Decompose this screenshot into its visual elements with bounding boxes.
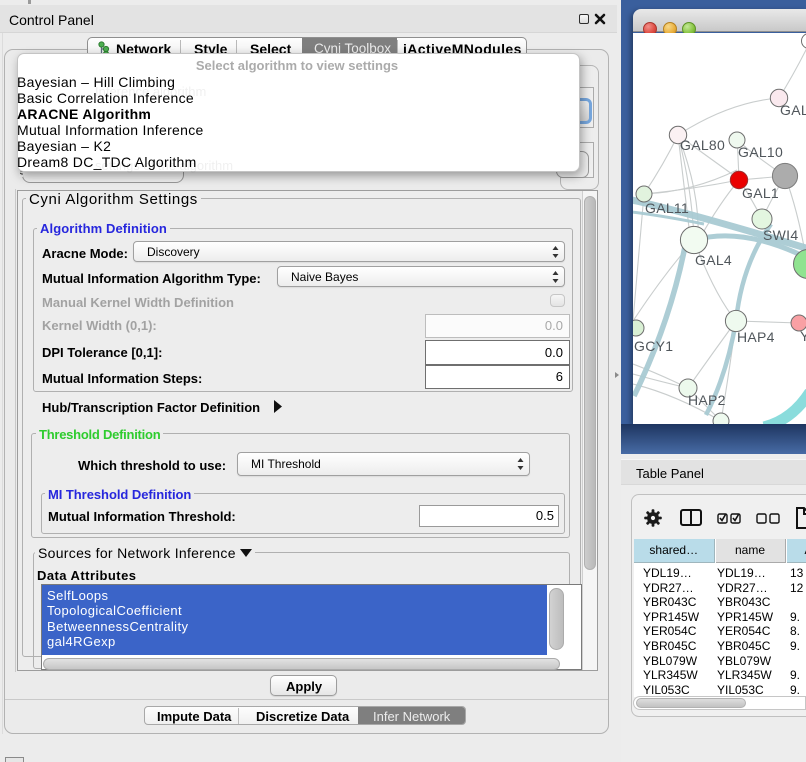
svg-text:GAL1: GAL1 xyxy=(742,185,779,201)
svg-text:GAL80: GAL80 xyxy=(680,137,725,153)
svg-text:SWI4: SWI4 xyxy=(763,227,798,243)
svg-text:HAP2: HAP2 xyxy=(688,392,726,408)
svg-text:HAP4: HAP4 xyxy=(737,329,775,345)
svg-text:GAL4: GAL4 xyxy=(695,252,732,268)
svg-text:GAL11: GAL11 xyxy=(645,200,689,216)
svg-text:Y: Y xyxy=(800,328,806,344)
svg-text:GAL10: GAL10 xyxy=(738,144,783,160)
svg-text:GCY1: GCY1 xyxy=(634,338,673,354)
svg-text:GAL: GAL xyxy=(780,102,806,118)
